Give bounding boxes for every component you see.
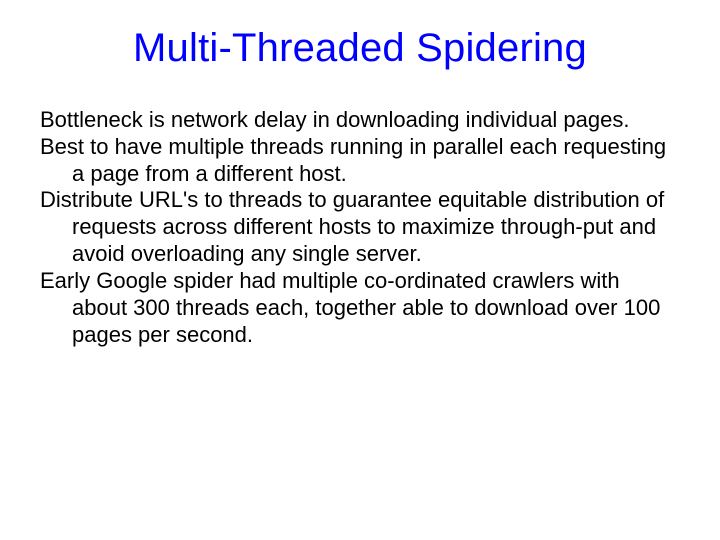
paragraph: Bottleneck is network delay in downloadi…: [40, 107, 680, 134]
paragraph: Early Google spider had multiple co-ordi…: [40, 268, 680, 348]
paragraph: Best to have multiple threads running in…: [40, 134, 680, 188]
slide-body: Bottleneck is network delay in downloadi…: [40, 107, 680, 348]
paragraph: Distribute URL's to threads to guarantee…: [40, 187, 680, 267]
slide: Multi-Threaded Spidering Bottleneck is n…: [0, 0, 720, 540]
slide-title: Multi-Threaded Spidering: [40, 26, 680, 71]
